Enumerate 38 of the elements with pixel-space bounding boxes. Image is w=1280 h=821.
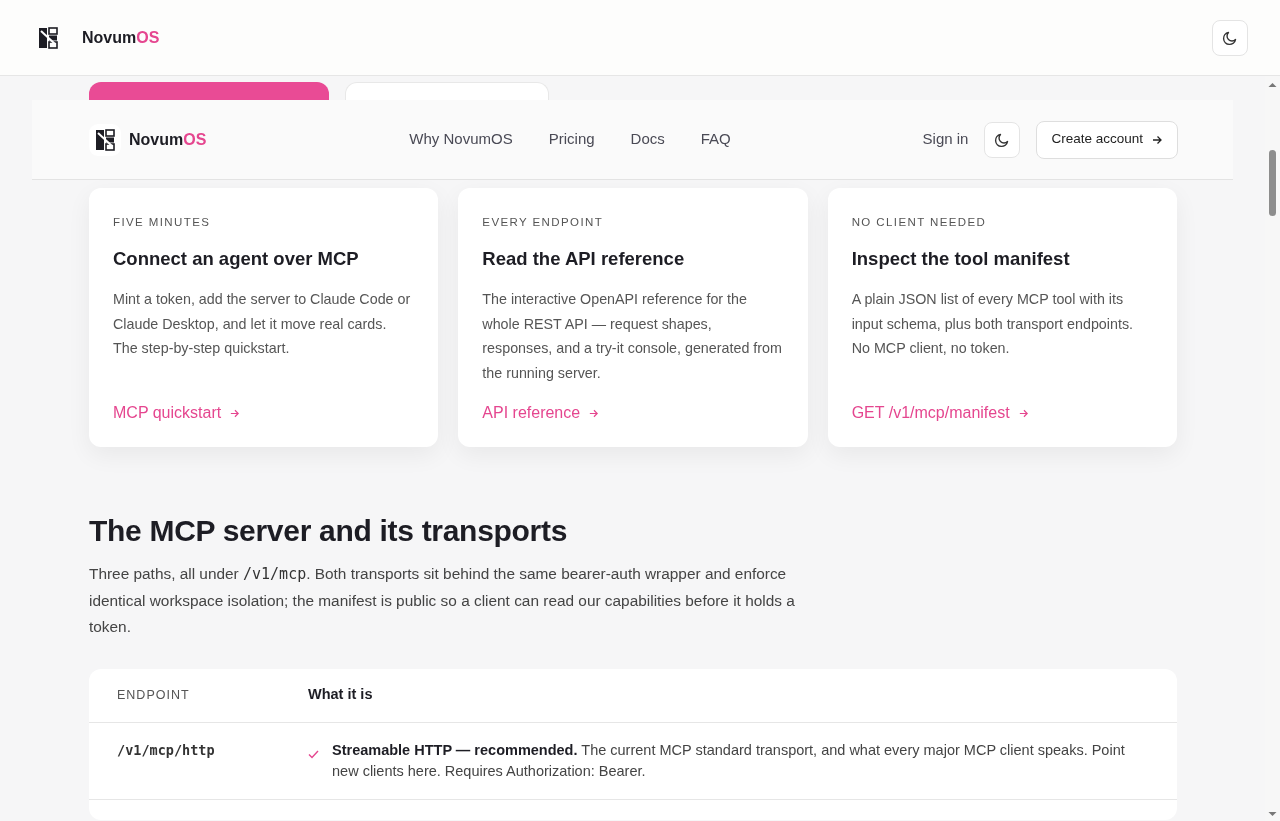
- brand-name: NovumOS: [129, 129, 207, 150]
- card-title: Read the API reference: [482, 247, 686, 272]
- logo-icon: [95, 128, 115, 151]
- card-link[interactable]: GET /v1/mcp/manifest: [851, 401, 1029, 425]
- column-header: ENDPOINT: [116, 686, 191, 704]
- arrow-icon: [229, 407, 241, 419]
- moon-icon: [1222, 29, 1238, 46]
- logo-icon: [38, 26, 58, 49]
- card-description: Mint a token, add the server to Claude Code or Claude Desktop, and let it move real cards. The step-by-step quickstart.: [113, 290, 412, 358]
- card-description: A plain JSON list of every MCP tool with its input schema, plus both transport endpoints. No MCP client, no token.: [851, 290, 1134, 358]
- card-title: Connect an agent over MCP: [113, 247, 360, 272]
- create-account-button[interactable]: Create account: [1036, 120, 1178, 159]
- nav-link[interactable]: FAQ: [700, 128, 731, 151]
- sign-in-link[interactable]: Sign in: [922, 128, 969, 151]
- card-link[interactable]: MCP quickstart: [113, 401, 241, 425]
- scroll-thumb[interactable]: [1269, 150, 1276, 216]
- nav-link[interactable]: Why NovumOS: [409, 128, 513, 151]
- endpoint-path: /v1/mcp/http: [116, 740, 216, 760]
- card-eyebrow: NO CLIENT NEEDED: [851, 215, 988, 230]
- nav-link[interactable]: Docs: [630, 128, 665, 151]
- theme-toggle-button[interactable]: [1212, 19, 1248, 56]
- brand-name: NovumOS: [82, 27, 160, 48]
- card-eyebrow: EVERY ENDPOINT: [482, 215, 605, 230]
- endpoint-description: Streamable HTTP — recommended. The current MCP standard transport, and what every major MCP client speaks. Point new clients here. Requires Authorization: Bearer.: [332, 740, 1126, 781]
- card-link[interactable]: API reference: [482, 401, 600, 425]
- section-intro: Three paths, all under /v1/mcp. Both transports sit behind the same bearer-auth wrapper and enforce identical workspace isolation; the manifest is public so a client can read our capabilities before it holds a token.: [89, 564, 796, 637]
- logo-tile[interactable]: [89, 123, 121, 156]
- card-eyebrow: FIVE MINUTES: [113, 215, 212, 230]
- moon-icon: [994, 131, 1011, 148]
- section-heading: The MCP server and its transports: [89, 513, 569, 549]
- card-description: The interactive OpenAPI reference for the whole REST API — request shapes, responses, and a try-it console, generated from the running server.: [482, 290, 783, 383]
- nav-link[interactable]: Pricing: [548, 128, 595, 151]
- column-header: What it is: [308, 685, 373, 705]
- arrow-icon: [1017, 407, 1029, 419]
- card-title: Inspect the tool manifest: [851, 247, 1071, 272]
- arrow-icon: [1151, 133, 1163, 146]
- theme-toggle-button[interactable]: [984, 121, 1021, 158]
- arrow-icon: [588, 407, 600, 419]
